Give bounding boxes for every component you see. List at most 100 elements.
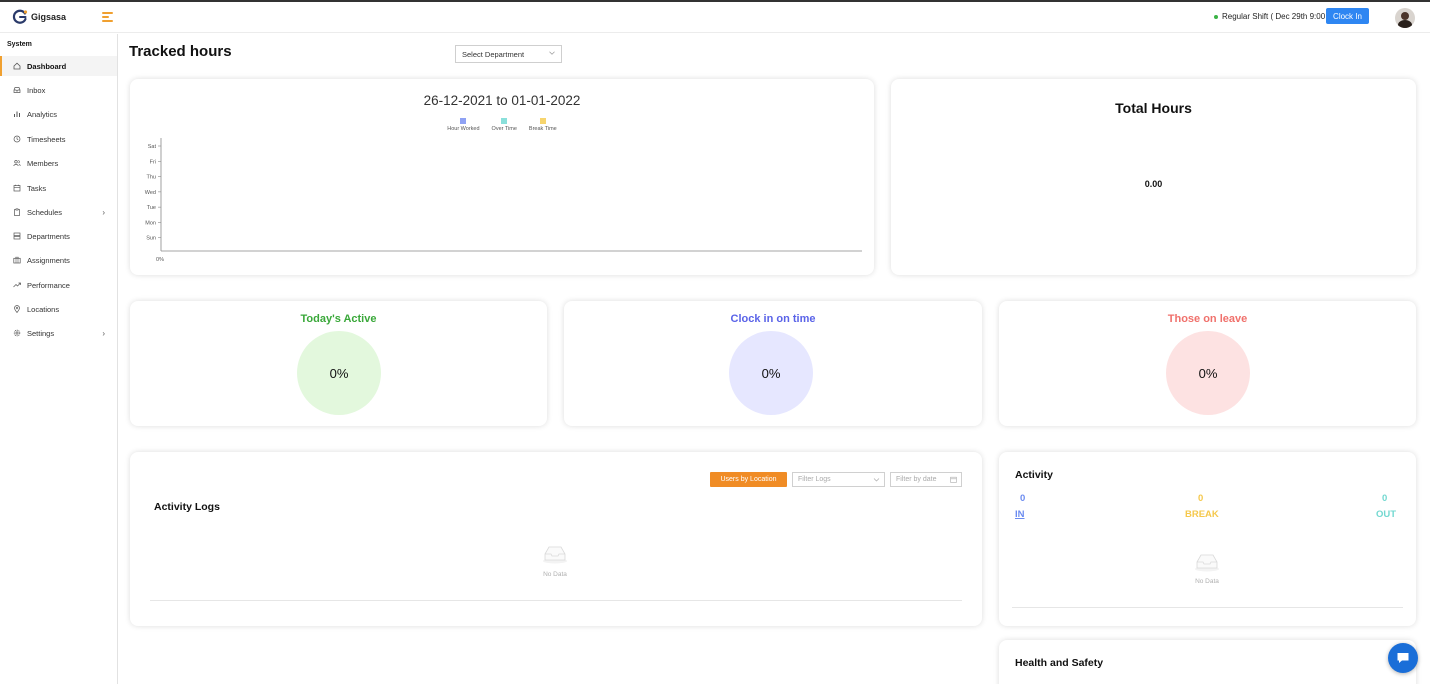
shift-text: Regular Shift ( Dec 29th 9:00 ) — [1222, 12, 1331, 21]
y-tick-label: Tue — [147, 205, 156, 211]
sidebar-item-analytics[interactable]: Analytics — [0, 104, 117, 124]
users-by-location-button[interactable]: Users by Location — [710, 472, 787, 487]
page-title: Tracked hours — [129, 43, 232, 60]
those-on-leave-value: 0% — [1198, 365, 1218, 381]
home-icon — [13, 62, 21, 70]
briefcase-icon — [13, 256, 21, 264]
calendar-icon — [950, 476, 957, 483]
sidebar-item-label: Inbox — [27, 85, 46, 95]
users-icon — [13, 159, 21, 167]
sidebar-item-departments[interactable]: Departments — [0, 226, 117, 246]
sidebar-item-label: Assignments — [27, 255, 70, 265]
todays-active-card: Today's Active 0% — [130, 301, 547, 426]
empty-inbox-icon — [1195, 554, 1219, 572]
health-and-safety-title: Health and Safety — [1015, 657, 1104, 669]
clock-in-on-time-card: Clock in on time 0% — [564, 301, 982, 426]
activity-break-value: 0 — [1198, 493, 1204, 504]
empty-state-text: No Data — [543, 571, 567, 578]
y-tick-label: Fri — [150, 159, 156, 165]
sidebar-item-schedules[interactable]: Schedules › — [0, 202, 117, 222]
chevron-down-icon — [873, 478, 880, 482]
clock-in-on-time-value: 0% — [761, 365, 781, 381]
sidebar-item-label: Settings — [27, 328, 55, 338]
clock-icon — [13, 135, 21, 143]
sidebar-item-label: Schedules — [27, 207, 63, 217]
sidebar-item-timesheets[interactable]: Timesheets — [0, 129, 117, 149]
database-icon — [13, 232, 21, 240]
gigsasa-logo-icon — [12, 9, 28, 24]
empty-state-text: No Data — [1195, 578, 1219, 585]
divider — [150, 600, 962, 601]
clock-in-on-time-title: Clock in on time — [730, 313, 816, 325]
activity-card: Activity 0 IN 0 BREAK 0 OUT No Data — [999, 452, 1416, 626]
calendar-icon — [13, 184, 21, 192]
health-and-safety-card: Health and Safety — [999, 640, 1416, 684]
sidebar-item-label: Timesheets — [27, 134, 66, 144]
menu-toggle-icon[interactable] — [102, 12, 113, 22]
activity-logs-title: Activity Logs — [154, 501, 220, 513]
clipboard-icon — [13, 208, 21, 216]
total-hours-title: Total Hours — [1115, 100, 1192, 116]
sidebar-item-inbox[interactable]: Inbox — [0, 80, 117, 100]
map-pin-icon — [13, 305, 21, 313]
gear-icon — [13, 329, 21, 337]
user-avatar[interactable] — [1395, 8, 1415, 28]
divider — [1012, 607, 1403, 608]
activity-logs-card: Users by Location Filter Logs Filter by … — [130, 452, 982, 626]
sidebar: System Dashboard Inbox Analytics Timeshe… — [0, 34, 118, 684]
chevron-right-icon: › — [102, 328, 105, 338]
filter-logs-placeholder: Filter Logs — [798, 476, 831, 483]
sidebar-item-label: Members — [27, 158, 59, 168]
activity-out-label: OUT — [1376, 509, 1397, 520]
chevron-right-icon: › — [102, 207, 105, 217]
those-on-leave-circle: 0% — [1166, 331, 1250, 415]
todays-active-value: 0% — [329, 365, 349, 381]
sidebar-item-label: Dashboard — [27, 61, 67, 71]
bar-chart-icon — [13, 110, 21, 118]
todays-active-circle: 0% — [297, 331, 381, 415]
department-select[interactable]: Select Department — [455, 45, 562, 63]
sidebar-item-members[interactable]: Members — [0, 153, 117, 173]
empty-inbox-icon — [543, 546, 567, 564]
those-on-leave-title: Those on leave — [1167, 313, 1248, 325]
sidebar-item-assignments[interactable]: Assignments — [0, 250, 117, 270]
clock-in-on-time-circle: 0% — [729, 331, 813, 415]
filter-logs-select[interactable]: Filter Logs — [792, 472, 885, 487]
filter-by-date-placeholder: Filter by date — [896, 476, 937, 483]
department-select-value: Select Department — [462, 49, 525, 59]
sidebar-item-label: Analytics — [27, 109, 58, 119]
sidebar-item-performance[interactable]: Performance — [0, 275, 117, 295]
sidebar-item-locations[interactable]: Locations — [0, 299, 117, 319]
y-tick-label: Sat — [148, 144, 157, 150]
activity-in-value: 0 — [1020, 493, 1026, 504]
activity-in-link[interactable]: IN — [1015, 509, 1025, 520]
sidebar-item-label: Tasks — [27, 183, 47, 193]
inbox-icon — [13, 86, 21, 94]
app-logo[interactable]: Gigsasa — [12, 9, 66, 25]
total-hours-card: Total Hours 0.00 — [891, 79, 1416, 275]
those-on-leave-card: Those on leave 0% — [999, 301, 1416, 426]
x-tick-label: 0% — [156, 257, 164, 263]
trend-up-icon — [13, 281, 21, 289]
filter-by-date-input[interactable]: Filter by date — [890, 472, 962, 487]
sidebar-item-label: Performance — [27, 280, 70, 290]
shift-status: Regular Shift ( Dec 29th 9:00 ) — [1214, 12, 1330, 21]
y-tick-label: Wed — [145, 190, 156, 196]
chat-button[interactable] — [1388, 643, 1418, 673]
total-hours-value: 0.00 — [1144, 179, 1163, 189]
sidebar-item-label: Departments — [27, 231, 70, 241]
tracked-hours-chart-card: 26-12-2021 to 01-01-2022 Hour Worked Ove… — [130, 79, 874, 275]
y-tick-label: Mon — [145, 220, 156, 226]
sidebar-item-tasks[interactable]: Tasks — [0, 178, 117, 198]
sidebar-item-settings[interactable]: Settings › — [0, 323, 117, 343]
sidebar-item-label: Locations — [27, 304, 60, 314]
activity-out-value: 0 — [1382, 493, 1388, 504]
activity-break-label: BREAK — [1185, 509, 1219, 520]
clock-in-button[interactable]: Clock In — [1326, 8, 1369, 24]
chat-icon — [1397, 653, 1409, 663]
activity-title: Activity — [1015, 469, 1053, 481]
y-tick-label: Thu — [147, 175, 156, 181]
sidebar-item-dashboard[interactable]: Dashboard — [0, 56, 117, 76]
todays-active-title: Today's Active — [300, 313, 377, 325]
top-header: Gigsasa Regular Shift ( Dec 29th 9:00 ) … — [0, 2, 1430, 33]
